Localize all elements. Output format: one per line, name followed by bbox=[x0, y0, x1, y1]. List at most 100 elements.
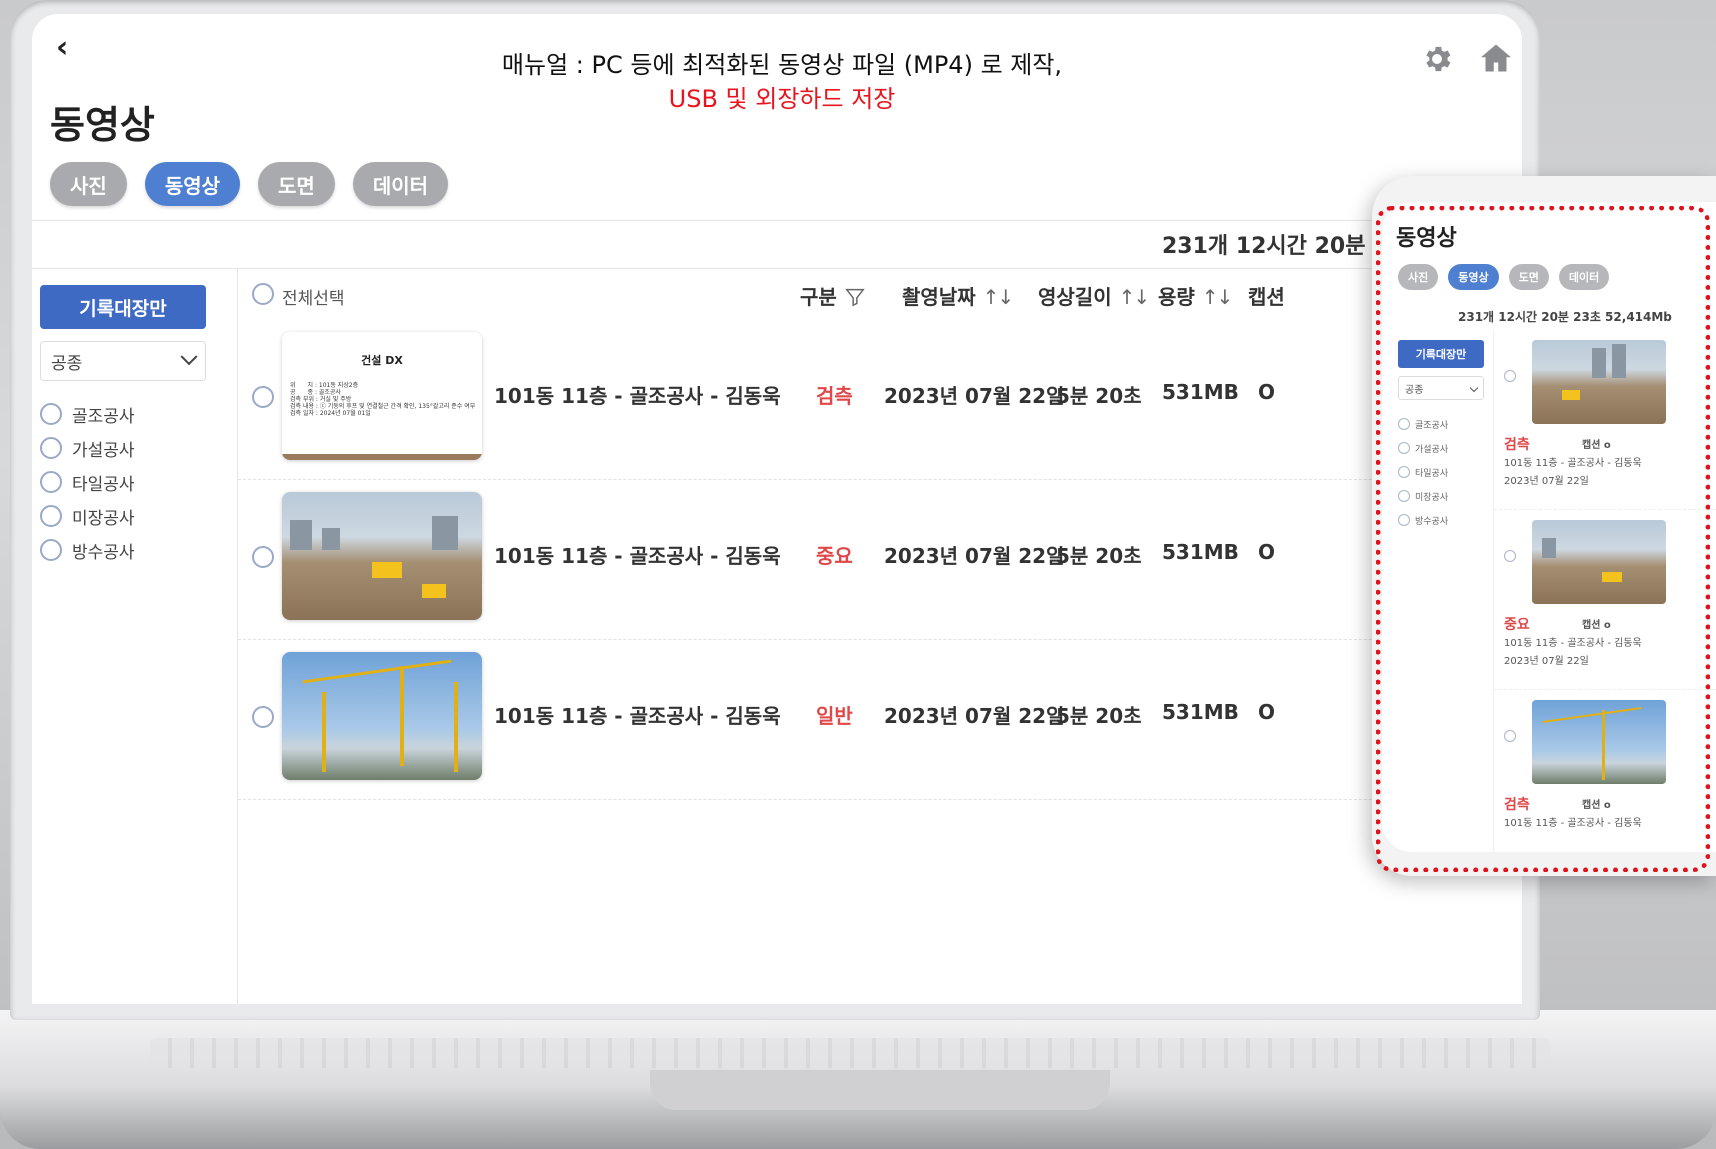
laptop-lid: ‹ 동영상 매뉴얼 : PC 등에 최적화된 동영상 파일 (MP4) 로 제작… bbox=[10, 0, 1540, 1020]
excavator bbox=[422, 584, 446, 598]
laptop-keyboard bbox=[150, 1038, 1550, 1068]
table-row[interactable]: 101동 11층 - 골조공사 - 김동욱 일반 2023년 07월 22일 5… bbox=[238, 640, 1522, 800]
sort-icon[interactable]: ↑↓ bbox=[983, 285, 1014, 309]
row-caption: O bbox=[1258, 380, 1276, 404]
category-label: 미장공사 bbox=[72, 508, 135, 529]
tab-drawing[interactable]: 도면 bbox=[258, 162, 335, 206]
video-thumbnail[interactable]: 건설 DX 위 치 : 101동 지상2층 공 종 : 골조공사 검측 부위 :… bbox=[282, 332, 482, 460]
row-name: 101동 11층 - 골조공사 - 김동욱 bbox=[494, 384, 781, 408]
crane-jib bbox=[302, 659, 452, 684]
gear-icon[interactable] bbox=[1420, 42, 1454, 76]
tab-photo[interactable]: 사진 bbox=[50, 162, 127, 206]
back-icon[interactable]: ‹ bbox=[56, 30, 68, 65]
summary-stats: 231개 12시간 20분 23 bbox=[1162, 234, 1404, 259]
crane bbox=[322, 692, 326, 772]
category-radio[interactable] bbox=[40, 403, 62, 425]
row-name: 101동 11층 - 골조공사 - 김동욱 bbox=[494, 544, 781, 568]
laptop-notch bbox=[650, 1070, 1110, 1110]
table-header: 전체선택 구분 촬영날짜 ↑↓ 영상길이 ↑↓ 용량 ↑↓ 캡션 bbox=[238, 269, 1522, 319]
column-date-label: 촬영날짜 bbox=[902, 285, 976, 309]
row-caption: O bbox=[1258, 540, 1276, 564]
building bbox=[432, 515, 458, 550]
row-name: 101동 11층 - 골조공사 - 김동욱 bbox=[494, 704, 781, 728]
category-item[interactable]: 가설공사 bbox=[40, 431, 135, 465]
row-type: 검측 bbox=[816, 384, 853, 408]
sort-icon[interactable]: ↑↓ bbox=[1202, 285, 1233, 309]
row-length: 5분 20초 bbox=[1056, 544, 1142, 568]
filter-icon[interactable] bbox=[844, 286, 866, 308]
thumb-strip bbox=[282, 454, 482, 460]
home-icon[interactable] bbox=[1478, 40, 1514, 76]
row-date: 2023년 07월 22일 bbox=[884, 384, 1065, 408]
filter-sidebar: 기록대장만 공종 골조공사 가설공사 타일공사 미장공사 방수공사 bbox=[32, 269, 238, 1004]
doc-line: 위 치 : 101동 지상2층 bbox=[290, 382, 359, 389]
category-radio[interactable] bbox=[40, 437, 62, 459]
column-type-label: 구분 bbox=[800, 285, 837, 309]
row-length: 5분 20초 bbox=[1056, 704, 1142, 728]
tab-data[interactable]: 데이터 bbox=[352, 162, 449, 206]
category-label: 골조공사 bbox=[72, 406, 135, 427]
category-label: 타일공사 bbox=[72, 474, 135, 495]
divider bbox=[32, 220, 1522, 221]
construction-site-image bbox=[282, 492, 482, 620]
category-list: 골조공사 가설공사 타일공사 미장공사 방수공사 bbox=[40, 397, 135, 567]
doc-line: 검측 부위 : 거실 및 주방 bbox=[290, 396, 352, 403]
column-caption[interactable]: 캡션 bbox=[1248, 281, 1285, 310]
tab-video[interactable]: 동영상 bbox=[144, 162, 241, 206]
row-size: 531MB bbox=[1162, 380, 1239, 404]
select-all-radio[interactable] bbox=[252, 283, 274, 305]
row-type: 중요 bbox=[816, 544, 853, 568]
doc-line: 검측 내용 : ⓒ 기둥의 후프 및 연결철근 간격 확인, 135°갈고리 준… bbox=[290, 403, 476, 410]
row-type: 일반 bbox=[816, 704, 853, 728]
video-thumbnail[interactable] bbox=[282, 652, 482, 780]
row-radio[interactable] bbox=[252, 546, 274, 568]
caption-line-2: USB 및 외장하드 저장 bbox=[668, 85, 896, 113]
laptop-base bbox=[0, 1010, 1716, 1149]
row-caption: O bbox=[1258, 700, 1276, 724]
caption-line-1: 매뉴얼 : PC 등에 최적화된 동영상 파일 (MP4) 로 제작, bbox=[501, 51, 1063, 79]
row-length: 5분 20초 bbox=[1056, 384, 1142, 408]
document-thumbnail: 건설 DX 위 치 : 101동 지상2층 공 종 : 골조공사 검측 부위 :… bbox=[282, 332, 482, 460]
category-item[interactable]: 골조공사 bbox=[40, 397, 135, 431]
column-length[interactable]: 영상길이 ↑↓ bbox=[1038, 281, 1150, 310]
doc-title: 건설 DX bbox=[361, 354, 403, 367]
column-type[interactable]: 구분 bbox=[800, 281, 866, 310]
record-only-button[interactable]: 기록대장만 bbox=[40, 285, 206, 329]
category-radio[interactable] bbox=[40, 539, 62, 561]
doc-line: 검측 일자 : 2024년 07월 01일 bbox=[290, 410, 371, 417]
row-date: 2023년 07월 22일 bbox=[884, 544, 1065, 568]
work-type-select[interactable]: 공종 bbox=[40, 341, 206, 381]
category-label: 방수공사 bbox=[72, 542, 135, 563]
sort-icon[interactable]: ↑↓ bbox=[1119, 285, 1150, 309]
building bbox=[322, 527, 340, 550]
crane bbox=[400, 666, 404, 766]
doc-line: 공 종 : 골조공사 bbox=[290, 389, 341, 396]
video-thumbnail[interactable] bbox=[282, 492, 482, 620]
row-radio[interactable] bbox=[252, 706, 274, 728]
category-item[interactable]: 방수공사 bbox=[40, 533, 135, 567]
crane bbox=[454, 682, 458, 772]
row-size: 531MB bbox=[1162, 700, 1239, 724]
excavator bbox=[372, 562, 402, 578]
select-all-label[interactable]: 전체선택 bbox=[282, 284, 345, 309]
page-title: 동영상 bbox=[50, 103, 155, 147]
crane-site-image bbox=[282, 652, 482, 780]
highlight-box bbox=[1376, 206, 1710, 872]
building bbox=[290, 519, 312, 550]
caption-annotation: 매뉴얼 : PC 등에 최적화된 동영상 파일 (MP4) 로 제작, USB … bbox=[332, 48, 1232, 116]
chevron-down-icon bbox=[180, 348, 198, 366]
category-label: 가설공사 bbox=[72, 440, 135, 461]
column-size-label: 용량 bbox=[1158, 285, 1195, 309]
category-radio[interactable] bbox=[40, 471, 62, 493]
laptop-screen: ‹ 동영상 매뉴얼 : PC 등에 최적화된 동영상 파일 (MP4) 로 제작… bbox=[32, 14, 1522, 1004]
row-date: 2023년 07월 22일 bbox=[884, 704, 1065, 728]
column-date[interactable]: 촬영날짜 ↑↓ bbox=[902, 281, 1014, 310]
table-row[interactable]: 101동 11층 - 골조공사 - 김동욱 중요 2023년 07월 22일 5… bbox=[238, 480, 1522, 640]
row-radio[interactable] bbox=[252, 386, 274, 408]
column-size[interactable]: 용량 ↑↓ bbox=[1158, 281, 1233, 310]
category-item[interactable]: 미장공사 bbox=[40, 499, 135, 533]
table-row[interactable]: 건설 DX 위 치 : 101동 지상2층 공 종 : 골조공사 검측 부위 :… bbox=[238, 320, 1522, 480]
category-item[interactable]: 타일공사 bbox=[40, 465, 135, 499]
category-radio[interactable] bbox=[40, 505, 62, 527]
column-length-label: 영상길이 bbox=[1038, 285, 1112, 309]
